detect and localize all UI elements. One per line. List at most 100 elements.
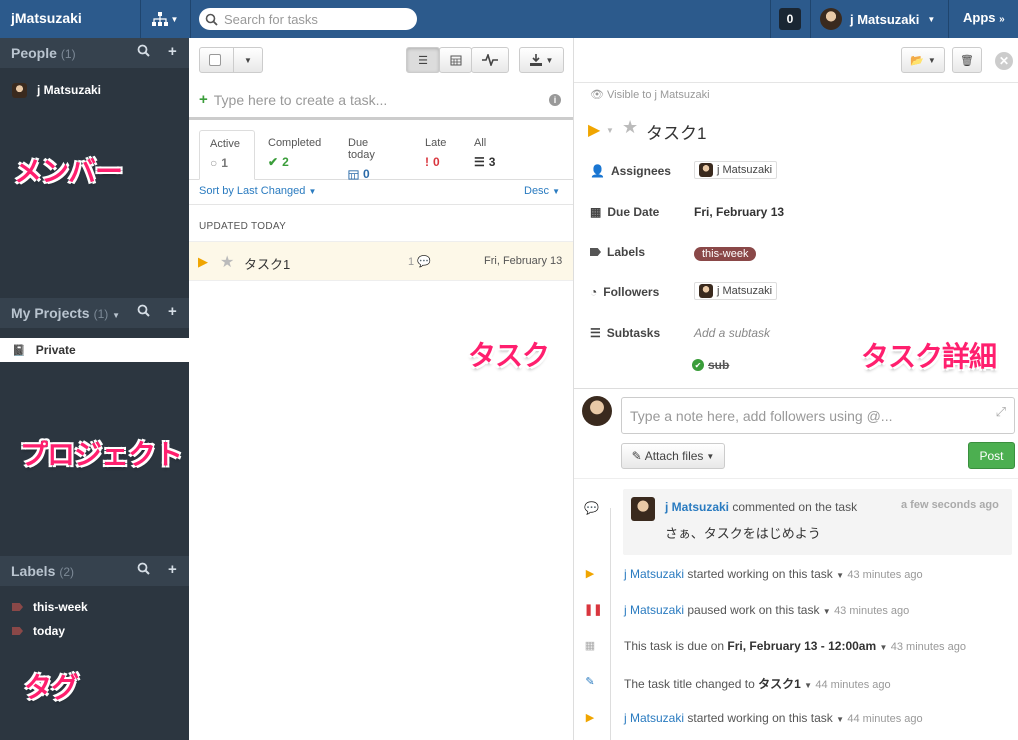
order-dropdown[interactable]: Desc ▼ [524,185,560,197]
checkbox-icon[interactable] [209,54,221,66]
pencil-icon: ✎ [585,676,595,688]
top-bar: jMatsuzaki ▼ 0 j Matsuzaki ▼ Apps » [0,0,1018,38]
rss-icon: ◔ [590,285,598,299]
search-input[interactable] [224,11,404,27]
expand-icon[interactable]: ⤢ [996,404,1006,420]
user-name: j Matsuzaki [850,11,920,27]
list-icon: ☰ [474,155,485,169]
annotation-projects: プロジェクト [20,439,183,470]
tab-all[interactable]: All ☰ 3 [464,130,512,180]
task-list-panel: ▼ ☰ ▼ + i Active ○1 Completed ✔2 Due tod… [189,38,574,740]
caret-down-icon[interactable]: ▼ [606,126,614,135]
sort-dropdown[interactable]: Sort by Last Changed ▼ [199,185,316,197]
feed-user[interactable]: j Matsuzaki [624,567,684,581]
add-icon[interactable]: + [168,43,177,60]
star-icon[interactable]: ★ [220,252,234,272]
activity-view-button[interactable] [471,47,509,73]
subtask-item[interactable]: ✔ sub [692,358,729,372]
new-task-input[interactable] [213,91,544,108]
label-name: this-week [33,600,88,614]
projects-title[interactable]: My Projects (1) ▼ [11,305,120,321]
tab-count: 1 [221,156,228,170]
avatar [820,8,842,30]
attach-files-button[interactable]: ✎ Attach files ▼ [621,443,725,469]
caret-down-icon: ▼ [927,14,936,24]
search-icon[interactable] [137,44,150,60]
user-icon: 👤 [590,164,605,178]
sidebar-item-label[interactable]: this-week [0,596,189,618]
tab-completed[interactable]: Completed ✔ 2 [258,130,330,180]
labels-title[interactable]: Labels (2) [11,563,74,579]
tab-label: Due today [348,137,375,161]
list-icon: ☰ [590,326,601,340]
play-icon: ▶ [585,712,595,724]
add-icon[interactable]: + [168,303,177,320]
due-date-value[interactable]: Fri, February 13 [694,205,784,219]
search-icon[interactable] [137,304,150,320]
tag-icon [12,627,23,635]
brand-name[interactable]: jMatsuzaki [11,10,82,26]
task-row[interactable]: ▶ ★ タスク1 1 💬 Fri, February 13 [189,241,573,281]
people-header: People (1) + [0,38,189,68]
labels-header: Labels (2) + [0,556,189,586]
followers-label: ◔ Followers [590,285,660,299]
attach-label: Attach files [644,449,704,463]
list-view-button[interactable]: ☰ [406,47,440,73]
notification-count-badge[interactable]: 0 [779,8,801,30]
user-menu-button[interactable]: j Matsuzaki ▼ [820,6,935,32]
task-title[interactable]: タスク1 [244,254,290,273]
folder-icon: 📂 [910,54,924,67]
add-icon[interactable]: + [168,561,177,578]
trash-icon: 🗑 [960,54,974,67]
calendar-view-button[interactable] [439,47,472,73]
delete-button[interactable]: 🗑 [952,47,982,73]
export-button[interactable]: ▼ [519,47,564,73]
sidebar-item-label[interactable]: today [0,620,189,642]
tab-late[interactable]: Late ! 0 [415,130,463,180]
tab-due-today[interactable]: Due today 0 [338,130,408,181]
annotation-members: メンバー [14,156,123,187]
check-circle-icon[interactable]: ✔ [692,359,704,371]
avatar [631,497,655,521]
label-pill[interactable]: this-week [694,246,757,261]
divider [190,0,191,38]
people-title[interactable]: People (1) [11,45,76,61]
tab-count: 0 [433,155,440,169]
tab-active[interactable]: Active ○ 1 [199,130,255,180]
apps-menu-button[interactable]: Apps » [963,10,1005,25]
feed-item: j Matsuzaki started working on this task… [624,567,923,581]
play-icon[interactable]: ▶ [198,254,208,270]
tab-label: Completed [268,137,322,149]
sidebar-item-person[interactable]: j Matsuzaki [0,79,189,101]
tag-icon [590,248,601,256]
post-button[interactable]: Post [968,442,1015,469]
annotation-tasks: タスク [468,340,550,371]
assignee-chip[interactable]: j Matsuzaki [694,161,778,180]
comment-author[interactable]: j Matsuzaki [665,500,729,514]
info-icon[interactable]: i [549,93,561,106]
comment-card: j Matsuzaki commented on the task a few … [623,489,1012,555]
org-chart-menu-button[interactable]: ▼ [146,6,184,32]
divider [948,0,949,38]
project-name: Private [35,343,76,357]
search-box[interactable] [199,8,417,30]
task-detail-title[interactable]: タスク1 [646,119,706,144]
comment-icon: 💬 [417,256,431,268]
close-icon[interactable]: ✕ [995,52,1013,70]
caret-down-icon: ▼ [545,55,554,65]
star-icon[interactable]: ★ [622,117,638,138]
feed-user[interactable]: j Matsuzaki [624,711,684,725]
move-folder-button[interactable]: 📂 ▼ [901,47,945,73]
sidebar-item-private[interactable]: 📓 Private [0,338,189,362]
pulse-icon [482,54,498,66]
comment-count: 1 💬 [408,256,431,268]
divider [810,0,811,38]
search-icon[interactable] [137,562,150,578]
add-subtask-input[interactable]: Add a subtask [694,326,770,340]
feed-user[interactable]: j Matsuzaki [624,603,684,617]
note-field[interactable]: Type a note here, add followers using @.… [621,397,1015,434]
calendar-icon: ▦ [590,205,602,219]
follower-chip[interactable]: j Matsuzaki [694,282,778,301]
select-all-button[interactable]: ▼ [199,47,263,73]
play-icon[interactable]: ▶ [588,120,600,140]
